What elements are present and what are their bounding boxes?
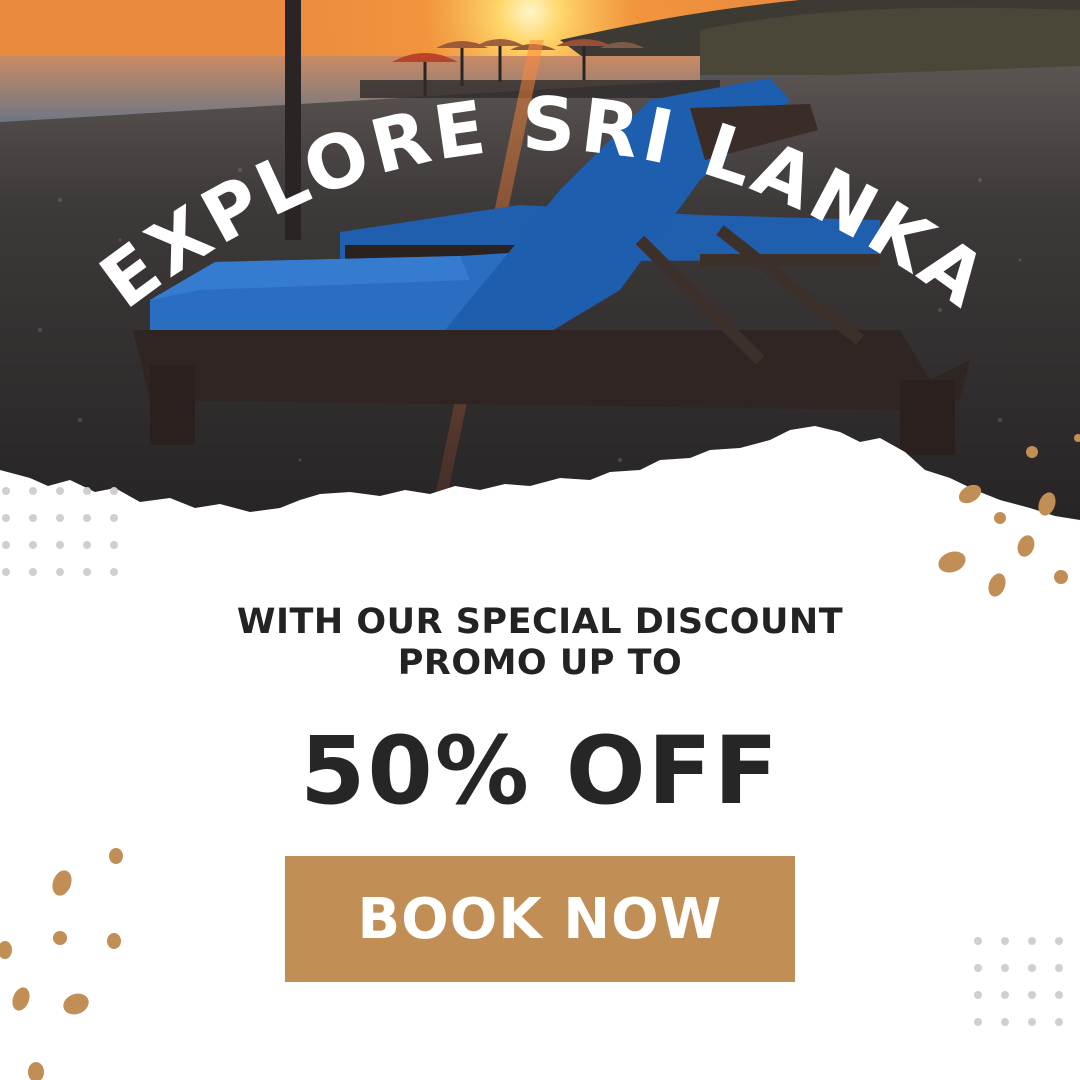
promo-line-1: WITH OUR SPECIAL DISCOUNT (236, 602, 844, 642)
book-now-button[interactable]: BOOK NOW (285, 856, 795, 982)
promo-line-2: PROMO UP TO (397, 643, 683, 683)
promo-poster: EXPLORE SRI LANKA WITH OUR SPECIAL DISCO… (0, 0, 1080, 1080)
discount-amount: 50% OFF (299, 717, 781, 826)
dot-pattern-left (2, 487, 118, 576)
headline-text: EXPLORE SRI LANKA (85, 82, 1000, 326)
speckle-decoration-bottom-left (0, 848, 123, 1080)
dot-pattern-right (974, 937, 1080, 1026)
torn-paper-edge (0, 426, 1080, 560)
promo-subtitle: WITH OUR SPECIAL DISCOUNT PROMO UP TO (0, 602, 1080, 684)
speckle-decoration-top-right (938, 434, 1080, 597)
svg-text:EXPLORE SRI LANKA: EXPLORE SRI LANKA (85, 82, 1004, 326)
